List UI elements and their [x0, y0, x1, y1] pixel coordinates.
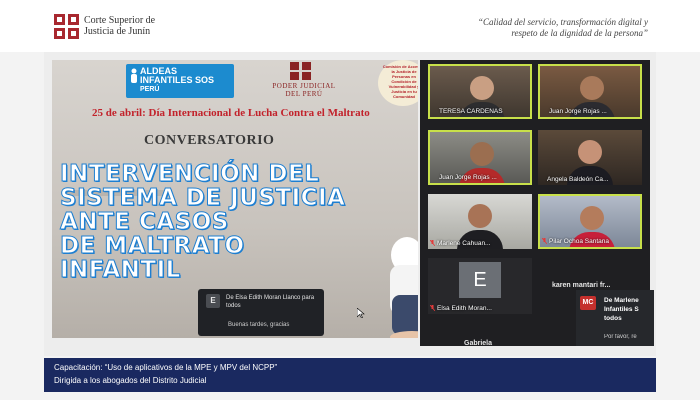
participant-name-karen: karen mantari fr...	[552, 282, 611, 289]
participant-face	[580, 206, 604, 230]
participant-name: Angela Baldeón Ca...	[547, 176, 609, 183]
chat-avatar: E	[206, 294, 220, 308]
muted-mic-icon	[430, 240, 435, 246]
participant-tile[interactable]: Juan Jorge Rojas ...	[538, 64, 642, 119]
participant-face	[470, 142, 494, 166]
footer-line2: Dirigida a los abogados del Distrito Jud…	[54, 376, 207, 385]
org-name-line1: Corte Superior de	[84, 15, 156, 26]
participant-tile[interactable]: TERESA CARDENAS	[428, 64, 532, 119]
pj-name: PODER JUDICIAL DEL PERÚ	[264, 82, 344, 98]
participant-tile[interactable]: Angela Baldeón Ca...	[538, 130, 642, 185]
sos-line3: PERÚ	[140, 86, 160, 93]
court-logo	[54, 14, 79, 39]
date-line: 25 de abril: Día Internacional de Lucha …	[92, 107, 370, 119]
pj-line2: DEL PERÚ	[285, 90, 323, 98]
motto: “Calidad del servicio, transformación di…	[428, 17, 648, 39]
slide-subtitle: CONVERSATORIO	[144, 133, 275, 148]
pj-logo	[290, 62, 311, 80]
chat-sender: De Elsa Edith Moran Llanco para todos	[226, 295, 315, 309]
org-name: Corte Superior de Justicia de Junín	[84, 15, 155, 37]
chat-sender-mc: De Marlene Infantiles S todos	[604, 297, 639, 322]
comision-text: Comisión de Acceso a la Justicia de Pers…	[382, 64, 418, 99]
participant-face	[580, 76, 604, 100]
participant-tile[interactable]: Pilar Ochoa Santana	[538, 194, 642, 249]
slide-title-line-1: INTERVENCIÓN DEL	[59, 161, 320, 187]
participant-name: Marlene Cahuan...	[437, 240, 491, 247]
muted-mic-icon	[542, 238, 547, 244]
motto-line1: “Calidad del servicio, transformación di…	[478, 17, 648, 27]
org-name-line2: Justicia de Junín	[84, 26, 151, 37]
slide-title-line-3: ANTE CASOS	[60, 209, 229, 235]
pj-line1: PODER JUDICIAL	[272, 82, 336, 90]
participant-face	[468, 204, 492, 228]
chat-message: Buenas tardes, gracias	[228, 322, 290, 328]
slide-title-line-2: SISTEMA DE JUSTICIA	[59, 185, 346, 211]
participant-name: Juan Jorge Rojas ...	[549, 108, 607, 115]
child-photo	[390, 237, 418, 338]
participant-tile[interactable]: E Elsa Edith Moran...	[428, 258, 532, 314]
slide-title-line-5: INFANTIL	[60, 257, 181, 283]
participant-name: Juan Jorge Rojas ...	[439, 174, 497, 181]
participant-tile[interactable]: Marlene Cahuan...	[428, 194, 532, 249]
participant-name-gabriela: Gabriela	[464, 340, 493, 347]
muted-mic-icon	[430, 305, 435, 311]
motto-line2: respeto de la dignidad de la persona”	[511, 28, 648, 38]
chat-avatar-mc: MC	[580, 296, 596, 310]
participant-name: Elsa Edith Moran...	[437, 305, 492, 312]
participant-name: TERESA CARDENAS	[439, 108, 503, 115]
participant-tile[interactable]: Juan Jorge Rojas ...	[428, 130, 532, 185]
sos-line2: INFANTILES SOS	[140, 75, 215, 85]
participant-face	[470, 76, 494, 100]
mouse-cursor-icon	[357, 308, 365, 318]
sos-people-icon	[131, 68, 137, 83]
footer-line1: Capacitación: “Uso de aplicativos de la …	[54, 363, 278, 372]
participant-name: Pilar Ochoa Santana	[549, 238, 609, 245]
participant-face	[578, 140, 602, 164]
participant-avatar: E	[459, 262, 501, 298]
slide-title-line-4: DE MALTRATO	[60, 233, 245, 259]
chat-message-mc: Por favor, re	[604, 334, 637, 340]
